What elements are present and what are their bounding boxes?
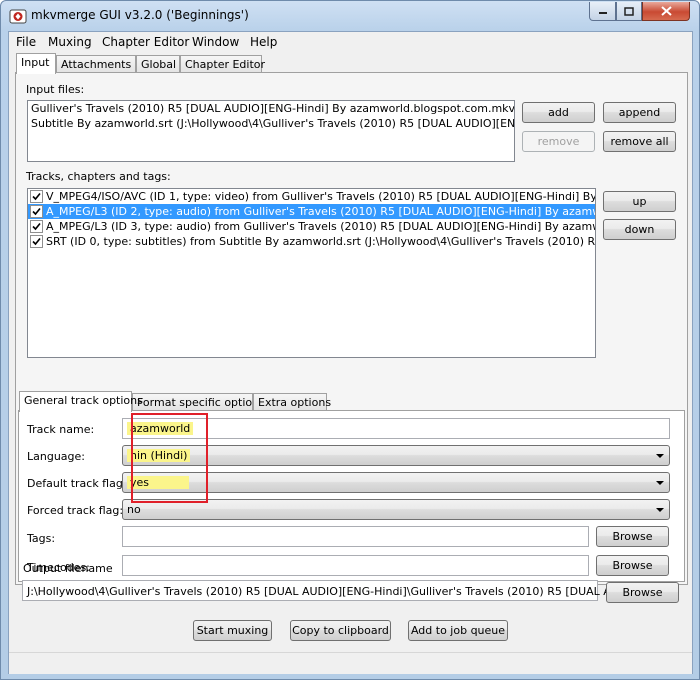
- input-files-label: Input files:: [26, 83, 85, 96]
- menu-window[interactable]: Window: [192, 35, 239, 49]
- output-filename-label: Output filename: [23, 562, 113, 575]
- tab-attachments[interactable]: Attachments: [56, 55, 136, 73]
- track-checkbox[interactable]: [30, 205, 43, 218]
- track-checkbox[interactable]: [30, 220, 43, 233]
- track-row[interactable]: A_MPEG/L3 (ID 3, type: audio) from Gulli…: [28, 219, 595, 234]
- track-row[interactable]: SRT (ID 0, type: subtitles) from Subtitl…: [28, 234, 595, 249]
- default-track-flag-label: Default track flag:: [27, 477, 127, 490]
- timecodes-input[interactable]: [122, 555, 589, 576]
- title-bar: mkvmerge GUI v3.2.0 ('Beginnings'): [1, 1, 699, 31]
- app-window: mkvmerge GUI v3.2.0 ('Beginnings') File …: [0, 0, 700, 680]
- track-label: SRT (ID 0, type: subtitles) from Subtitl…: [46, 235, 596, 248]
- track-checkbox[interactable]: [30, 235, 43, 248]
- client-area: File Muxing Chapter Editor Window Help I…: [8, 31, 693, 674]
- start-muxing-button[interactable]: Start muxing: [193, 620, 272, 641]
- minimize-icon: [598, 12, 607, 14]
- tab-general-track-options[interactable]: General track options: [19, 391, 143, 412]
- input-file-item[interactable]: Gulliver's Travels (2010) R5 [DUAL AUDIO…: [28, 101, 514, 116]
- annotation-highlight-box: [131, 413, 208, 503]
- tab-global[interactable]: Global: [136, 55, 180, 73]
- menu-chapter-editor[interactable]: Chapter Editor: [102, 35, 189, 49]
- close-icon: [660, 6, 672, 16]
- tags-input[interactable]: [122, 526, 589, 547]
- input-tab-page: Input files: Gulliver's Travels (2010) R…: [15, 72, 688, 585]
- dropdown-arrow-icon: [656, 481, 664, 485]
- add-button[interactable]: add: [522, 102, 595, 123]
- add-to-job-queue-button[interactable]: Add to job queue: [408, 620, 508, 641]
- track-row[interactable]: V_MPEG4/ISO/AVC (ID 1, type: video) from…: [28, 189, 595, 204]
- close-button[interactable]: [642, 2, 690, 21]
- track-row[interactable]: A_MPEG/L3 (ID 2, type: audio) from Gulli…: [28, 204, 595, 219]
- check-icon: [32, 237, 41, 246]
- track-name-label: Track name:: [27, 423, 95, 436]
- input-files-list[interactable]: Gulliver's Travels (2010) R5 [DUAL AUDIO…: [27, 100, 515, 162]
- tab-chapter-editor[interactable]: Chapter Editor: [180, 55, 265, 73]
- down-button[interactable]: down: [603, 219, 676, 240]
- check-icon: [32, 222, 41, 231]
- remove-button[interactable]: remove: [522, 131, 595, 152]
- maximize-button[interactable]: [616, 2, 642, 21]
- tracks-list[interactable]: V_MPEG4/ISO/AVC (ID 1, type: video) from…: [27, 188, 596, 358]
- check-icon: [32, 207, 41, 216]
- dropdown-arrow-icon: [656, 454, 664, 458]
- tags-browse-button[interactable]: Browse: [596, 526, 669, 547]
- status-bar: [9, 652, 692, 674]
- track-checkbox[interactable]: [30, 190, 43, 203]
- remove-all-button[interactable]: remove all: [603, 131, 676, 152]
- tab-input[interactable]: Input: [16, 53, 56, 74]
- app-icon: [9, 9, 27, 24]
- dropdown-arrow-icon: [656, 508, 664, 512]
- menu-file[interactable]: File: [16, 35, 36, 49]
- append-button[interactable]: append: [603, 102, 676, 123]
- up-button[interactable]: up: [603, 191, 676, 212]
- timecodes-browse-button[interactable]: Browse: [596, 555, 669, 576]
- tags-label: Tags:: [27, 532, 56, 545]
- track-label: V_MPEG4/ISO/AVC (ID 1, type: video) from…: [46, 190, 596, 203]
- input-file-item[interactable]: Subtitle By azamworld.srt (J:\Hollywood\…: [28, 116, 514, 131]
- track-label: A_MPEG/L3 (ID 2, type: audio) from Gulli…: [46, 205, 595, 218]
- check-icon: [32, 192, 41, 201]
- forced-track-flag-label: Forced track flag:: [27, 504, 124, 517]
- menu-help[interactable]: Help: [250, 35, 277, 49]
- tab-extra-options[interactable]: Extra options: [253, 393, 331, 411]
- copy-to-clipboard-button[interactable]: Copy to clipboard: [290, 620, 391, 641]
- tab-format-specific-options[interactable]: Format specific options: [132, 393, 265, 411]
- forced-track-flag-value: no: [127, 503, 141, 516]
- output-browse-button[interactable]: Browse: [606, 582, 679, 603]
- window-title: mkvmerge GUI v3.2.0 ('Beginnings'): [31, 8, 249, 22]
- menu-bar: File Muxing Chapter Editor Window Help: [9, 32, 692, 52]
- tracks-label: Tracks, chapters and tags:: [26, 170, 171, 183]
- maximize-icon: [624, 6, 634, 16]
- track-label: A_MPEG/L3 (ID 3, type: audio) from Gulli…: [46, 220, 595, 233]
- menu-muxing[interactable]: Muxing: [48, 35, 92, 49]
- general-track-options-page: Track name: azamworld Language: hin (Hin…: [18, 410, 685, 582]
- language-label: Language:: [27, 450, 85, 463]
- minimize-button[interactable]: [589, 2, 616, 21]
- output-filename-input[interactable]: J:\Hollywood\4\Gulliver's Travels (2010)…: [22, 580, 672, 601]
